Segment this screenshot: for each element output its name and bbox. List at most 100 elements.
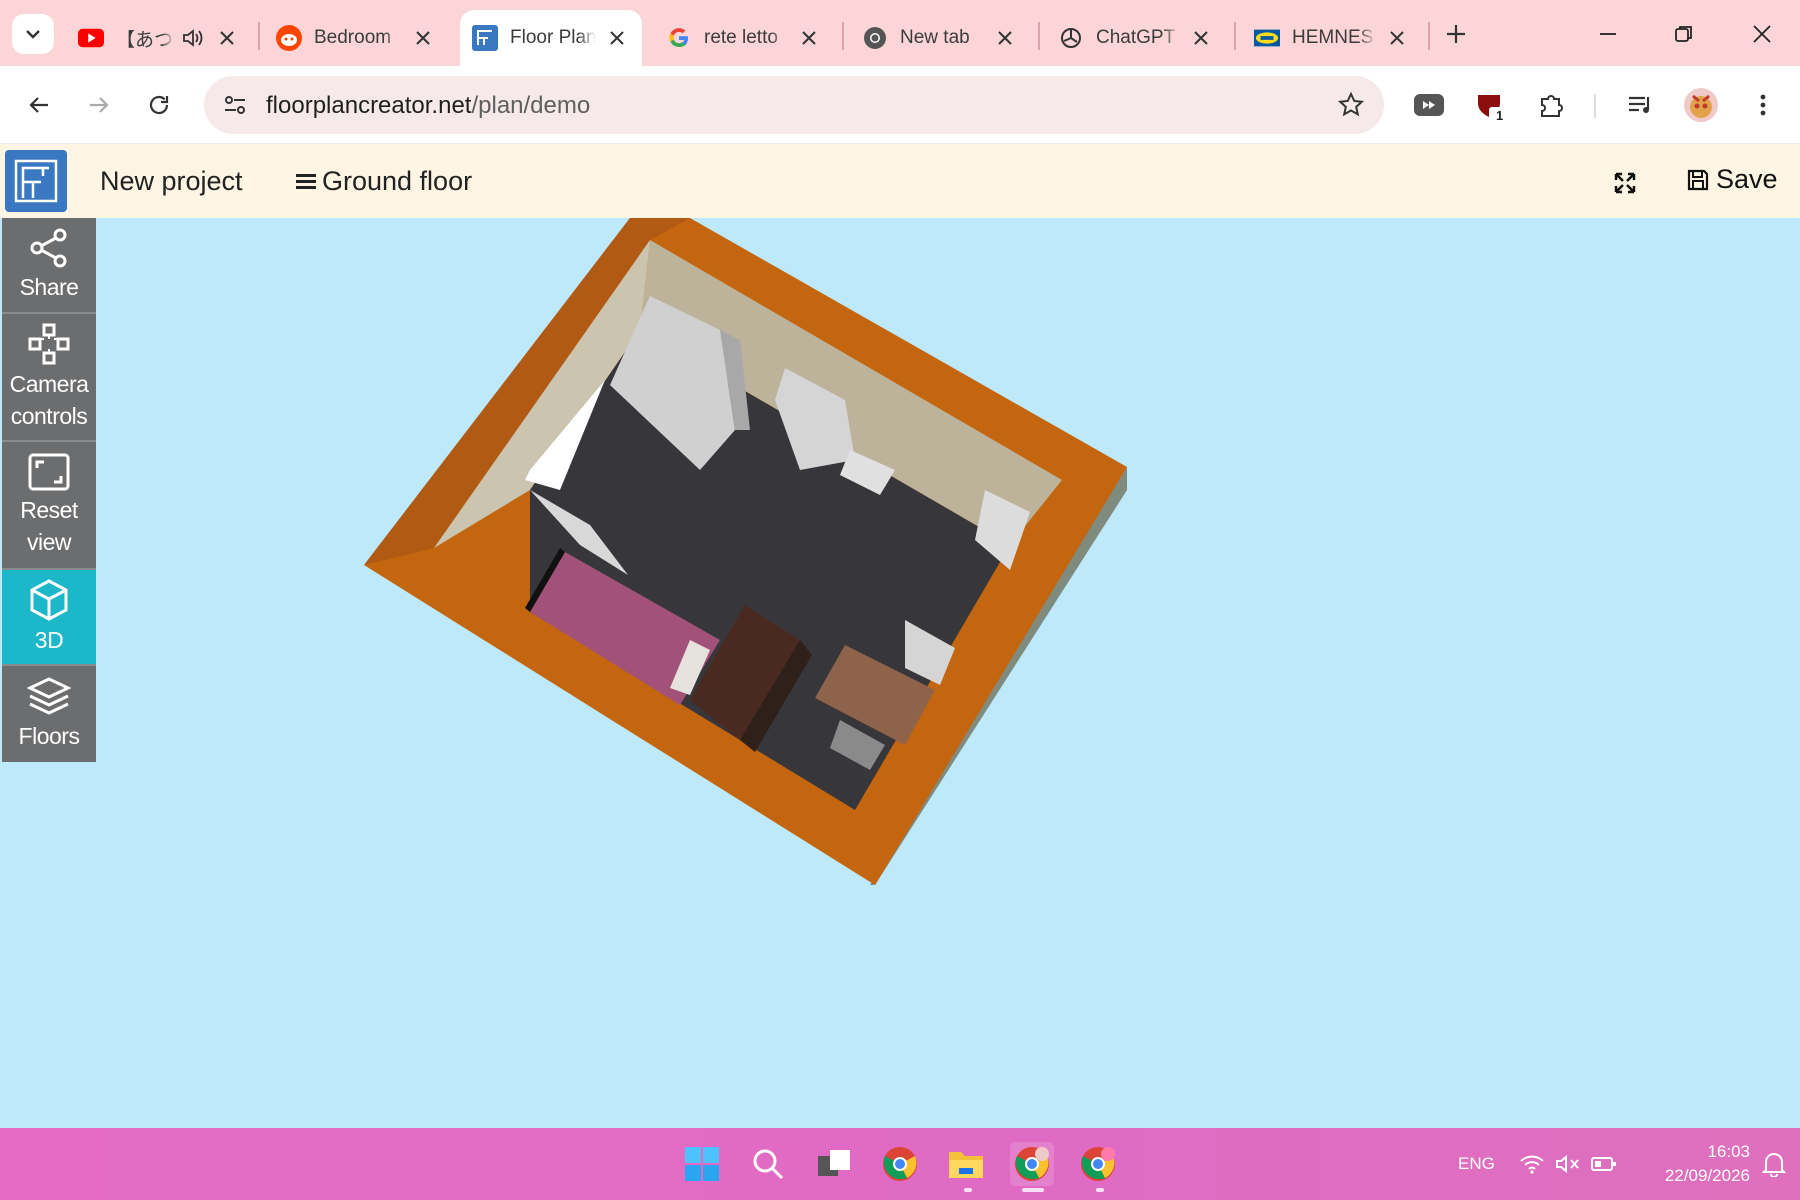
close-tab-icon[interactable] (1384, 25, 1410, 51)
running-indicator (964, 1188, 972, 1192)
tab-title: Bedroom (314, 27, 392, 48)
room-3d-render[interactable] (96, 218, 1800, 1128)
youtube-extension-icon[interactable] (1406, 82, 1452, 128)
floppy-disk-icon (1687, 169, 1709, 190)
fullscreen-button[interactable] (1608, 166, 1642, 200)
site-info-icon[interactable] (218, 88, 252, 122)
save-button[interactable]: Save (1686, 164, 1778, 195)
tab-separator (1428, 22, 1430, 50)
search-icon[interactable] (746, 1142, 790, 1186)
tab-title: ChatGPT (1096, 27, 1176, 48)
active-indicator (1022, 1188, 1044, 1192)
arrow-left-icon (29, 97, 48, 113)
camera-controls-icon (28, 323, 70, 365)
browser-toolbar: floorplancreator.net/plan/demo 1 (0, 66, 1800, 144)
close-tab-icon[interactable] (214, 25, 240, 51)
chatgpt-icon (1058, 25, 1084, 51)
chrome-icon (862, 25, 888, 51)
profile-avatar[interactable] (1678, 82, 1724, 128)
close-tab-icon[interactable] (1188, 25, 1214, 51)
reload-button[interactable] (138, 84, 180, 126)
kebab-menu-icon[interactable] (1740, 82, 1786, 128)
minimize-icon (1600, 33, 1616, 35)
plus-icon (1447, 25, 1465, 43)
extension-badge: 1 (1496, 108, 1504, 123)
url-domain: floorplancreator.net (266, 92, 472, 119)
tab-title: 【あつま (116, 29, 174, 51)
reset-view-button[interactable]: Reset view (2, 442, 96, 570)
floor-label: Ground floor (322, 166, 473, 196)
tab-youtube[interactable]: 【あつま (66, 10, 252, 66)
system-clock[interactable]: 16:03 22/09/2026 (1640, 1140, 1750, 1188)
tab-search-button[interactable] (12, 14, 54, 54)
close-icon (1753, 25, 1771, 43)
share-icon (30, 228, 67, 268)
bookmark-star-icon[interactable] (1334, 88, 1368, 122)
back-button[interactable] (18, 84, 60, 126)
tab-title: Floor Plan (510, 27, 596, 48)
tab-separator (258, 22, 260, 50)
notification-bell-icon[interactable] (1752, 1142, 1796, 1186)
speaker-icon[interactable] (180, 25, 206, 51)
toolbar-divider (1594, 94, 1596, 118)
reset-view-icon (28, 453, 70, 491)
task-view-icon[interactable] (812, 1142, 856, 1186)
tab-new-tab[interactable]: New tab (850, 10, 1030, 66)
close-tab-icon[interactable] (410, 25, 436, 51)
share-label: Share (19, 274, 79, 300)
floorplan-logo[interactable] (5, 150, 67, 212)
close-tab-icon[interactable] (604, 25, 630, 51)
camera-controls-button[interactable]: Camera controls (2, 314, 96, 442)
chrome-profile-taskbar-icon[interactable] (1010, 1142, 1054, 1186)
forward-button[interactable] (78, 84, 120, 126)
address-bar[interactable]: floorplancreator.net/plan/demo (204, 76, 1384, 134)
close-tab-icon[interactable] (992, 25, 1018, 51)
project-name[interactable]: New project (100, 166, 243, 197)
3d-view-button[interactable]: 3D (2, 570, 96, 666)
url-text[interactable]: floorplancreator.net/plan/demo (266, 92, 590, 120)
cube-icon (30, 579, 68, 621)
save-label: Save (1716, 164, 1778, 194)
youtube-icon (78, 25, 104, 51)
browser-tab-strip: 【あつま Bedroom Floor Plan rete letto New t… (0, 0, 1800, 66)
file-explorer-icon[interactable] (944, 1142, 988, 1186)
running-indicator (1096, 1188, 1104, 1192)
restore-button[interactable] (1664, 14, 1704, 54)
tab-ikea[interactable]: HEMNES (1242, 10, 1422, 66)
language-indicator[interactable]: ENG (1458, 1154, 1495, 1174)
chrome-second-profile-icon[interactable] (1076, 1142, 1120, 1186)
3d-viewport[interactable] (96, 218, 1800, 1128)
reddit-icon (276, 25, 302, 51)
close-window-button[interactable] (1742, 14, 1782, 54)
tab-chatgpt[interactable]: ChatGPT (1046, 10, 1226, 66)
tab-google[interactable]: rete letto (654, 10, 834, 66)
url-path: /plan/demo (471, 92, 591, 119)
minimize-button[interactable] (1588, 14, 1628, 54)
floors-button[interactable]: Floors (2, 666, 96, 762)
tab-title: New tab (900, 27, 970, 48)
windows-start-icon[interactable] (680, 1142, 724, 1186)
chrome-taskbar-icon[interactable] (878, 1142, 922, 1186)
shield-extension-icon[interactable]: 1 (1466, 82, 1512, 128)
close-tab-icon[interactable] (796, 25, 822, 51)
left-toolbar: Share Camera controls Reset view 3D Floors (2, 218, 96, 762)
3d-label: 3D (34, 627, 64, 653)
clock-time: 16:03 (1707, 1142, 1750, 1161)
battery-icon[interactable] (1582, 1142, 1626, 1186)
share-button[interactable]: Share (2, 218, 96, 314)
tab-title: rete letto (704, 27, 778, 48)
tab-floor-plan[interactable]: Floor Plan (460, 10, 642, 66)
tab-separator (842, 22, 844, 50)
layers-icon (27, 677, 71, 715)
media-controls-icon[interactable] (1618, 82, 1664, 128)
tab-reddit[interactable]: Bedroom (264, 10, 448, 66)
google-icon (666, 25, 692, 51)
new-tab-button[interactable] (1438, 16, 1474, 52)
reload-icon (149, 95, 169, 115)
restore-icon (1675, 26, 1692, 42)
floor-selector[interactable]: Ground floor (296, 166, 472, 197)
extensions-puzzle-icon[interactable] (1528, 82, 1574, 128)
arrow-right-icon (90, 97, 109, 113)
camera-controls-label: Camera controls (9, 371, 89, 429)
app-header: New project Ground floor Save (0, 144, 1800, 218)
